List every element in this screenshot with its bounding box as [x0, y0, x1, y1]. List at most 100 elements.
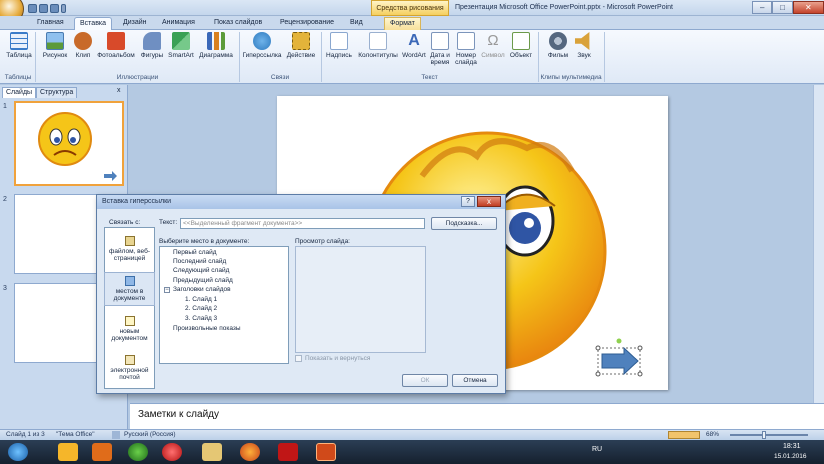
game-icon[interactable]: [278, 443, 298, 461]
view-buttons[interactable]: [668, 431, 700, 439]
tree-collapse-icon[interactable]: −: [164, 287, 170, 293]
zoom-level[interactable]: 68%: [706, 430, 719, 440]
slide-number-icon: [457, 32, 475, 50]
show-and-return-checkbox[interactable]: [295, 355, 302, 362]
status-slide: Слайд 1 из 3: [6, 431, 45, 438]
smartart-button[interactable]: SmartArt: [166, 32, 196, 59]
action-button[interactable]: Действие: [284, 32, 318, 59]
dialog-close-button[interactable]: x: [477, 196, 501, 207]
pane-close-icon[interactable]: x: [117, 87, 121, 94]
start-icon[interactable]: [8, 443, 28, 461]
spellcheck-icon[interactable]: [112, 431, 120, 439]
tab-slide-show[interactable]: Показ слайдов: [209, 17, 267, 30]
app-icon[interactable]: [58, 443, 78, 461]
screentip-button[interactable]: Подсказка...: [431, 217, 497, 230]
group-label-illustrations: Иллюстрации: [116, 74, 159, 81]
hyperlink-label: Гиперссылка: [242, 52, 282, 59]
slide-preview-label: Просмотр слайда:: [295, 238, 350, 245]
tree-item[interactable]: 1. Слайд 1: [185, 296, 217, 304]
header-footer-button[interactable]: Колонтитулы: [355, 32, 401, 59]
datetime-button[interactable]: Дата и время: [427, 32, 453, 66]
hyperlink-button[interactable]: Гиперссылка: [241, 32, 283, 59]
status-theme: "Тема Office": [56, 431, 95, 438]
movie-button[interactable]: Фильм: [545, 32, 571, 59]
tab-insert[interactable]: Вставка: [74, 17, 113, 30]
action-label: Действие: [286, 52, 316, 59]
chart-button[interactable]: Диаграмма: [197, 32, 235, 59]
ok-button[interactable]: ОК: [402, 374, 448, 387]
link-email[interactable]: электронной почтой: [104, 355, 155, 383]
clip-button[interactable]: Клип: [72, 32, 94, 59]
zoom-slider[interactable]: [730, 434, 808, 436]
restore-button[interactable]: □: [772, 1, 793, 14]
shapes-button[interactable]: Фигуры: [138, 32, 166, 59]
quick-access-toolbar: [28, 2, 80, 14]
clock-time[interactable]: 18:31: [783, 443, 801, 450]
file-explorer-icon[interactable]: [202, 443, 222, 461]
tree-item[interactable]: Следующий слайд: [173, 267, 229, 275]
tree-item[interactable]: 3. Слайд 3: [185, 315, 217, 323]
tab-format[interactable]: Формат: [384, 17, 421, 30]
arrow-shape[interactable]: [594, 338, 644, 378]
dialog-help-button[interactable]: ?: [461, 196, 475, 207]
tab-outline[interactable]: Структура: [36, 87, 78, 98]
tab-view[interactable]: Вид: [345, 17, 368, 30]
slide-number-label: Номер слайда: [455, 52, 477, 66]
qat-dropdown-icon[interactable]: [61, 3, 66, 13]
firefox-icon[interactable]: [240, 443, 260, 461]
chrome-icon[interactable]: [128, 443, 148, 461]
group-label-links: Связи: [270, 74, 290, 81]
vertical-scrollbar[interactable]: [813, 85, 824, 403]
slide-thumbnail-1[interactable]: [14, 101, 124, 186]
object-icon: [512, 32, 530, 50]
opera-icon[interactable]: [162, 443, 182, 461]
object-button[interactable]: Объект: [507, 32, 535, 59]
zoom-slider-thumb[interactable]: [762, 431, 766, 439]
notes-pane[interactable]: Заметки к слайду: [130, 403, 824, 429]
select-place-label: Выберите место в документе:: [159, 238, 250, 245]
tab-home[interactable]: Главная: [32, 17, 69, 30]
tree-item[interactable]: 2. Слайд 2: [185, 305, 217, 313]
smartart-icon: [172, 32, 190, 50]
link-place-in-document[interactable]: местом в документе: [104, 272, 155, 306]
input-language[interactable]: RU: [592, 446, 602, 453]
close-button[interactable]: ✕: [792, 1, 824, 14]
link-option-label: файлом, веб-страницей: [109, 248, 150, 262]
tree-item[interactable]: Произвольные показы: [173, 325, 241, 333]
dialog-title: Вставка гиперссылки: [97, 195, 505, 209]
header-footer-label: Колонтитулы: [358, 52, 398, 59]
redo-icon[interactable]: [50, 3, 59, 13]
wordart-button[interactable]: A WordArt: [401, 32, 427, 59]
clock-date[interactable]: 15.01.2016: [774, 453, 807, 460]
tab-design[interactable]: Дизайн: [118, 17, 152, 30]
tree-item[interactable]: Последний слайд: [173, 258, 226, 266]
tree-item[interactable]: Первый слайд: [173, 249, 217, 257]
picture-button[interactable]: Рисунок: [40, 32, 70, 59]
symbol-button[interactable]: Ω Символ: [479, 32, 507, 59]
table-button[interactable]: Таблица: [5, 32, 33, 59]
save-icon[interactable]: [28, 3, 37, 13]
undo-icon[interactable]: [39, 3, 48, 13]
tab-animation[interactable]: Анимация: [157, 17, 200, 30]
media-player-icon[interactable]: [92, 443, 112, 461]
tab-slides[interactable]: Слайды: [2, 87, 37, 98]
tree-item[interactable]: Предыдущий слайд: [173, 277, 233, 285]
photo-album-button[interactable]: Фотоальбом: [95, 32, 137, 59]
tree-item[interactable]: Заголовки слайдов: [173, 286, 231, 294]
photo-album-label: Фотоальбом: [97, 52, 135, 59]
tab-review[interactable]: Рецензирование: [275, 17, 339, 30]
status-language[interactable]: Русский (Россия): [124, 430, 176, 440]
minimize-button[interactable]: –: [752, 1, 773, 14]
sound-button[interactable]: Звук: [572, 32, 596, 59]
group-separator: [604, 32, 605, 82]
link-new-document[interactable]: новым документом: [104, 316, 155, 344]
text-to-display-input[interactable]: <<Выделенный фрагмент документа>>: [180, 218, 425, 229]
link-existing-file[interactable]: файлом, веб-страницей: [104, 236, 155, 266]
smartart-label: SmartArt: [168, 52, 194, 59]
textbox-button[interactable]: Надпись: [323, 32, 355, 59]
table-label: Таблица: [6, 52, 32, 59]
textbox-label: Надпись: [326, 52, 352, 59]
powerpoint-taskbar-icon[interactable]: [316, 443, 336, 461]
slide-number-button[interactable]: Номер слайда: [453, 32, 479, 66]
cancel-button[interactable]: Отмена: [452, 374, 498, 387]
